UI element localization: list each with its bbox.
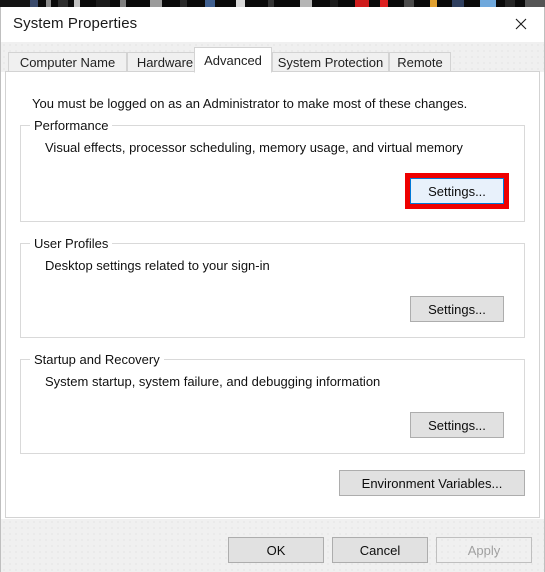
performance-description: Visual effects, processor scheduling, me… [45,140,463,155]
tab-computer-name[interactable]: Computer Name [8,52,127,72]
apply-button: Apply [436,537,532,563]
cancel-button[interactable]: Cancel [332,537,428,563]
tab-system-protection[interactable]: System Protection [272,52,389,72]
startup-and-recovery-group: Startup and Recovery System startup, sys… [20,352,525,454]
close-icon [515,18,527,30]
startup-and-recovery-settings-button[interactable]: Settings... [410,412,504,438]
dialog-footer: OK Cancel Apply [1,519,544,572]
environment-variables-button[interactable]: Environment Variables... [339,470,525,496]
desktop-background-strip [0,0,545,7]
window-title: System Properties [13,15,138,32]
tab-hardware[interactable]: Hardware [127,52,203,72]
startup-and-recovery-group-label: Startup and Recovery [30,352,164,367]
close-button[interactable] [498,7,544,41]
performance-group: Performance Visual effects, processor sc… [20,118,525,222]
system-properties-dialog: System Properties Computer Name Hardware… [0,7,545,572]
user-profiles-description: Desktop settings related to your sign-in [45,258,270,273]
tab-advanced[interactable]: Advanced [194,47,272,73]
user-profiles-settings-button[interactable]: Settings... [410,296,504,322]
tab-strip: Computer Name Hardware Advanced System P… [1,42,544,73]
user-profiles-group: User Profiles Desktop settings related t… [20,236,525,338]
tab-remote[interactable]: Remote [389,52,451,72]
performance-settings-button[interactable]: Settings... [410,178,504,204]
user-profiles-group-label: User Profiles [30,236,113,251]
performance-group-label: Performance [30,118,113,133]
ok-button[interactable]: OK [228,537,324,563]
startup-and-recovery-description: System startup, system failure, and debu… [45,374,381,389]
title-bar[interactable]: System Properties [1,7,544,42]
administrator-note: You must be logged on as an Administrato… [32,96,468,111]
advanced-tab-panel: You must be logged on as an Administrato… [5,71,540,518]
